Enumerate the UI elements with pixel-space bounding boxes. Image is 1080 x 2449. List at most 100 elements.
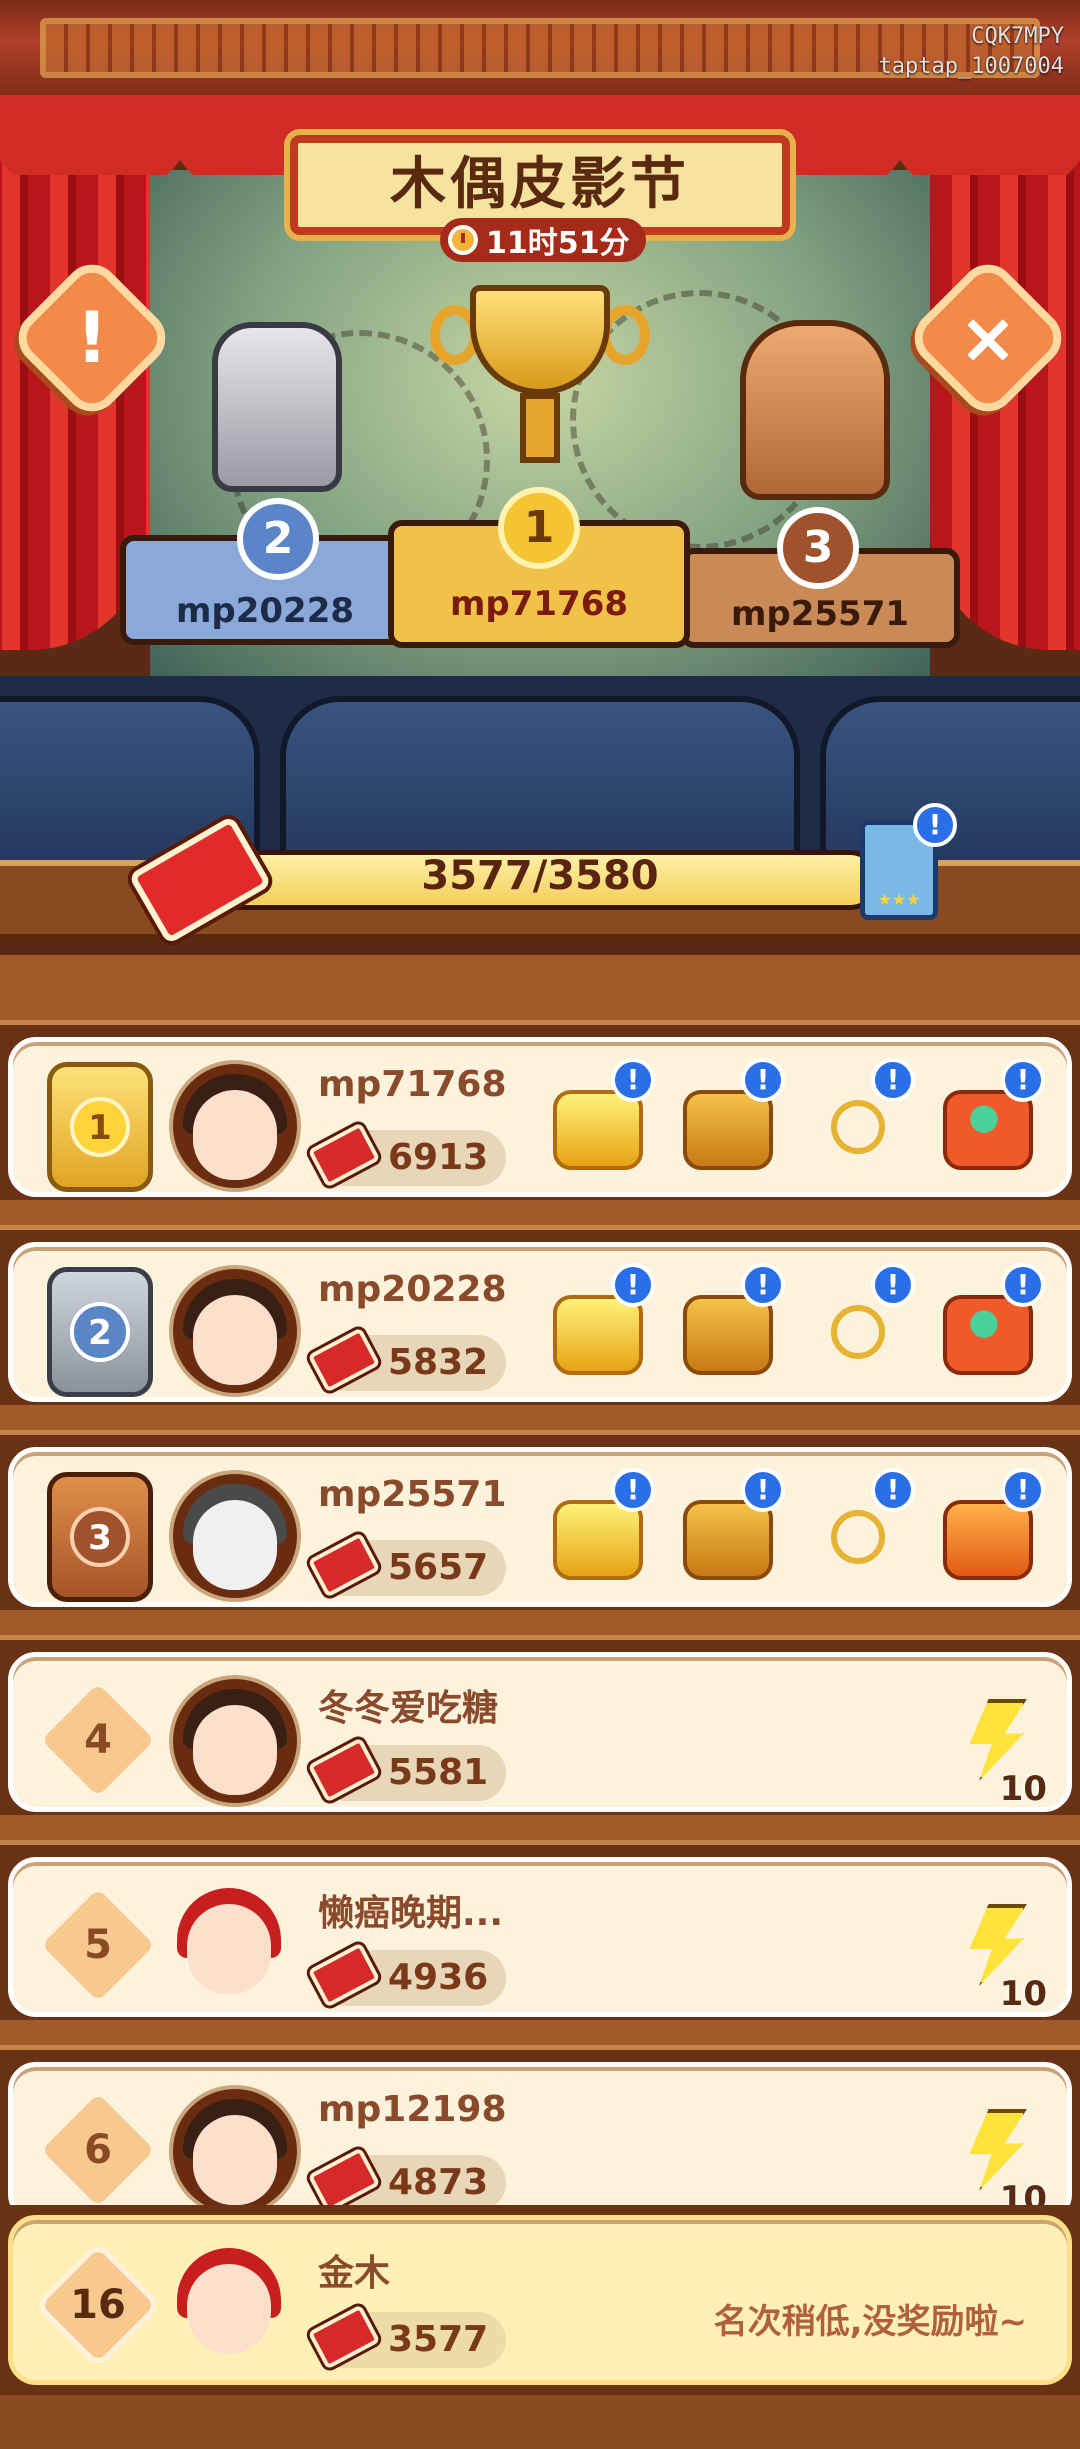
reward-list: ! ! ! ! <box>543 1468 1063 1600</box>
player-name: 懒癌晚期... <box>318 1893 504 1934</box>
reward-item[interactable]: ! <box>933 1058 1045 1190</box>
lucky-bag-icon <box>943 1500 1033 1580</box>
key-icon <box>831 1305 885 1359</box>
reward-item[interactable]: ! <box>933 1263 1045 1395</box>
player-name: 金木 <box>318 2253 391 2294</box>
rank-number: 2 <box>70 1302 130 1362</box>
reward-item[interactable]: ! <box>803 1058 915 1190</box>
watermark-line2: taptap_1007004 <box>878 54 1064 79</box>
reward-item[interactable]: ! <box>543 1468 655 1600</box>
score-value: 6913 <box>388 1137 489 1178</box>
score-value: 4936 <box>388 1957 489 1998</box>
alert-icon: ! <box>1001 1263 1045 1307</box>
leaderboard-row[interactable]: 5 懒癌晚期... 4936 10 <box>0 1840 1080 2020</box>
silver-medal-icon: 2 <box>47 1267 153 1397</box>
key-icon <box>831 1100 885 1154</box>
player-name: mp12198 <box>318 2089 507 2130</box>
alert-icon: ! <box>611 1058 655 1102</box>
reward-item[interactable]: ! <box>803 1468 915 1600</box>
alert-icon: ! <box>871 1263 915 1307</box>
treasure-chest-icon <box>683 1295 773 1375</box>
ticket-icon <box>307 2147 381 2213</box>
key-icon <box>831 1510 885 1564</box>
alert-icon: ! <box>1001 1058 1045 1102</box>
leaderboard-row[interactable]: 6 mp12198 4873 10 <box>0 2045 1080 2225</box>
avatar[interactable] <box>173 1064 297 1188</box>
treasure-chest-icon <box>683 1500 773 1580</box>
watermark: CQK7MPY taptap_1007004 <box>879 22 1064 82</box>
progress-section: 3577/3580 ★★★ ! <box>0 803 1080 950</box>
ticket-icon <box>307 1942 381 2008</box>
avatar[interactable] <box>173 1884 297 2008</box>
player-name: mp71768 <box>318 1064 507 1105</box>
rank-number: 16 <box>70 2282 126 2328</box>
score-pill: 4936 <box>307 1942 506 2008</box>
leaderboard-row[interactable]: 3 mp25571 5657 ! ! ! ! <box>0 1430 1080 1610</box>
event-timer: 11时51分 <box>440 218 646 262</box>
avatar[interactable] <box>173 1269 297 1393</box>
leaderboard-row[interactable]: 2 mp20228 5832 ! ! ! ! <box>0 1225 1080 1405</box>
alert-icon: ! <box>871 1058 915 1102</box>
reward-item[interactable]: ! <box>543 1058 655 1190</box>
reward-item[interactable]: ! <box>673 1468 785 1600</box>
gold-cup-trophy-icon <box>430 285 650 485</box>
rank-number: 5 <box>84 1922 112 1968</box>
reward-item[interactable]: ! <box>673 1058 785 1190</box>
bronze-medal-icon: 3 <box>47 1472 153 1602</box>
alert-icon: ! <box>741 1263 785 1307</box>
alert-icon: ! <box>913 803 957 847</box>
lucky-bag-icon <box>943 1090 1033 1170</box>
energy-reward[interactable]: 10 <box>957 2109 1047 2219</box>
energy-reward[interactable]: 10 <box>957 1904 1047 2014</box>
silver-fist-trophy-icon <box>212 322 342 492</box>
ticket-icon <box>307 2304 381 2370</box>
reward-list: ! ! ! ! <box>543 1058 1063 1190</box>
player-name: mp25571 <box>318 1474 507 1515</box>
watermark-line1: CQK7MPY <box>971 24 1064 49</box>
reward-item[interactable]: ! <box>803 1263 915 1395</box>
reward-item[interactable]: ! <box>933 1468 1045 1600</box>
gold-ore-icon <box>553 1295 643 1375</box>
avatar[interactable] <box>173 1474 297 1598</box>
ticket-icon <box>307 1737 381 1803</box>
avatar[interactable] <box>173 2244 297 2368</box>
energy-count: 10 <box>999 1769 1047 1809</box>
score-value: 3577 <box>388 2319 489 2360</box>
exclamation-icon: ! <box>76 297 108 379</box>
gold-ore-icon <box>553 1500 643 1580</box>
avatar[interactable] <box>173 1679 297 1803</box>
leaderboard-row[interactable]: 4 冬冬爱吃糖 5581 10 <box>0 1635 1080 1815</box>
score-value: 5832 <box>388 1342 489 1383</box>
alert-icon: ! <box>741 1468 785 1512</box>
score-pill: 5657 <box>307 1532 506 1598</box>
my-rank-row[interactable]: 16 金木 3577 名次稍低,没奖励啦~ <box>0 2205 1080 2395</box>
reward-stars: ★★★ <box>877 890 921 909</box>
rank-badge: 5 <box>34 1881 162 2009</box>
score-value: 5657 <box>388 1547 489 1588</box>
progress-reward-box[interactable]: ★★★ ! <box>860 803 957 920</box>
podium-name: mp25571 <box>730 594 910 634</box>
timer-text: 11时51分 <box>486 226 630 261</box>
rank-number: 1 <box>70 1097 130 1157</box>
energy-reward[interactable]: 10 <box>957 1699 1047 1809</box>
stage-header: CQK7MPY taptap_1007004 木偶皮影节 11时51分 ! × … <box>0 0 1080 980</box>
avatar[interactable] <box>173 2089 297 2213</box>
ticket-icon <box>307 1122 381 1188</box>
rank-number: 3 <box>70 1507 130 1567</box>
podium-name: mp71768 <box>449 584 629 624</box>
score-pill: 5832 <box>307 1327 506 1393</box>
reward-item[interactable]: ! <box>543 1263 655 1395</box>
progress-text: 3577/3580 <box>421 853 659 899</box>
leaderboard-row[interactable]: 1 mp71768 6913 ! ! ! ! <box>0 1020 1080 1200</box>
player-name: mp20228 <box>318 1269 507 1310</box>
rank-number: 6 <box>84 2127 112 2173</box>
alert-icon: ! <box>1001 1468 1045 1512</box>
reward-item[interactable]: ! <box>673 1263 785 1395</box>
event-title: 木偶皮影节 <box>390 152 690 217</box>
score-pill: 4873 <box>307 2147 506 2213</box>
alert-icon: ! <box>611 1468 655 1512</box>
score-pill: 6913 <box>307 1122 506 1188</box>
rank-number: 4 <box>84 1717 112 1763</box>
energy-count: 10 <box>999 1974 1047 2014</box>
alert-icon: ! <box>871 1468 915 1512</box>
